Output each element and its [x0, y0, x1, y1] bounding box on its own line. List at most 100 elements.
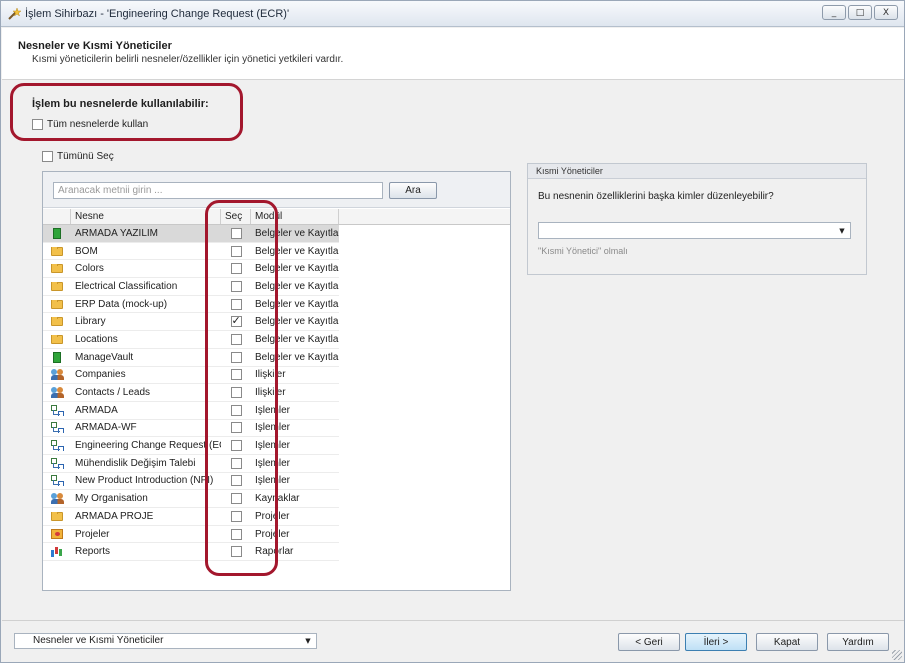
window-title: İşlem Sihirbazı - 'Engineering Change Re… [25, 8, 290, 20]
table-row[interactable]: Engineering Change Request (ECR) İşlemler [43, 437, 339, 455]
search-bar: Ara [43, 172, 510, 208]
search-input[interactable] [53, 182, 383, 199]
project-icon [51, 529, 63, 540]
people-icon [50, 493, 64, 505]
row-icon-cell [43, 227, 71, 239]
folder-icon [51, 511, 63, 521]
table-row[interactable]: Locations Belgeler ve Kayıtlar [43, 331, 339, 349]
close-wizard-button[interactable]: Kapat [756, 633, 818, 651]
row-name: ManageVault [75, 351, 134, 363]
row-name: ARMADA [75, 404, 118, 416]
grid-header: Nesne Seç Modül [43, 209, 339, 225]
row-icon-cell [43, 299, 71, 309]
step-title: Nesneler ve Kısmi Yöneticiler [18, 40, 172, 52]
row-icon-cell [43, 440, 71, 451]
people-icon [50, 387, 64, 399]
table-row[interactable]: ERP Data (mock-up) Belgeler ve Kayıtlar [43, 296, 339, 314]
row-icon-cell [43, 404, 71, 416]
people-icon [50, 369, 64, 381]
row-icon-cell [43, 529, 71, 540]
object-grid: Nesne Seç Modül ARMADA YAZILIM Belgeler v… [43, 209, 339, 562]
grid-body: ARMADA YAZILIM Belgeler ve Kayıtlar BOM Bel… [43, 225, 339, 562]
row-name: ERP Data (mock-up) [75, 298, 168, 310]
row-name: ARMADA YAZILIM [75, 227, 158, 239]
row-icon-cell [43, 422, 71, 433]
next-button[interactable]: İleri > [685, 633, 747, 651]
table-row[interactable]: Projeler Projeler [43, 526, 339, 544]
row-name: Mühendislik Değişim Talebi [75, 457, 196, 469]
partial-admins-group: Kısmi Yöneticiler Bu nesnenin özellikler… [527, 163, 867, 275]
step-header: Nesneler ve Kısmi Yöneticiler Kısmi yöne… [2, 28, 904, 80]
row-name: Electrical Classification [75, 280, 178, 292]
row-name: ARMADA PROJE [75, 510, 154, 522]
table-row[interactable]: My Organisation Kaynaklar [43, 490, 339, 508]
vault-icon [53, 227, 61, 239]
search-button[interactable]: Ara [389, 182, 437, 199]
title-bar[interactable]: İşlem Sihirbazı - 'Engineering Change Re… [1, 1, 904, 27]
row-name: Reports [75, 546, 111, 558]
partial-admins-select[interactable]: ▼ [538, 222, 851, 239]
workflow-icon [51, 440, 63, 451]
select-all-checkbox[interactable] [42, 151, 53, 162]
row-name: My Organisation [75, 493, 148, 505]
back-button[interactable]: < Geri [618, 633, 680, 651]
window-controls: _ □ X [822, 5, 898, 20]
column-nesne[interactable]: Nesne [71, 209, 221, 224]
table-row[interactable]: Reports Raporlar [43, 543, 339, 562]
table-row[interactable]: New Product Introduction (NPI) İşlemler [43, 473, 339, 491]
wizard-window: İşlem Sihirbazı - 'Engineering Change Re… [0, 0, 905, 663]
row-icon-cell [43, 351, 71, 363]
table-row[interactable]: BOM Belgeler ve Kayıtlar [43, 243, 339, 261]
row-name: Engineering Change Request (ECR) [75, 440, 221, 452]
table-row[interactable]: ARMADA-WF İşlemler [43, 420, 339, 438]
close-button[interactable]: X [874, 5, 898, 20]
resize-grip-icon[interactable] [892, 650, 902, 660]
row-name: ARMADA-WF [75, 422, 137, 434]
folder-icon [51, 299, 63, 309]
row-name: Colors [75, 263, 104, 275]
usage-highlight [10, 83, 243, 141]
row-name: New Product Introduction (NPI) [75, 475, 214, 487]
help-button[interactable]: Yardım [827, 633, 889, 651]
column-icon [43, 209, 71, 224]
folder-icon [51, 317, 63, 327]
row-icon-cell [43, 369, 71, 381]
table-row[interactable]: Contacts / Leads İlişkiler [43, 384, 339, 402]
table-row[interactable]: Electrical Classification Belgeler ve Kay… [43, 278, 339, 296]
partial-admins-question: Bu nesnenin özelliklerini başka kimler d… [538, 191, 774, 202]
dropdown-arrow-icon[interactable]: ▼ [836, 224, 848, 237]
table-row[interactable]: ARMADA İşlemler [43, 402, 339, 420]
usage-label: İşlem bu nesnelerde kullanılabilir: [32, 98, 209, 110]
grid-header-filler [339, 209, 510, 225]
row-name: Companies [75, 369, 126, 381]
wand-icon [8, 7, 21, 20]
row-icon-cell [43, 511, 71, 521]
select-all-option[interactable]: Tümünü Seç [42, 151, 114, 162]
step-select[interactable]: Nesneler ve Kısmi Yöneticiler ▼ [14, 633, 317, 649]
table-row[interactable]: LibraryBelgeler ve Kayıtlar [43, 313, 339, 332]
all-objects-checkbox[interactable] [32, 119, 43, 130]
partial-admins-hint: "Kısmi Yönetici" olmalı [538, 246, 628, 256]
step-dropdown-arrow-icon[interactable]: ▼ [302, 634, 314, 647]
row-icon-cell [43, 264, 71, 274]
all-objects-option[interactable]: Tüm nesnelerde kullan [32, 119, 148, 130]
minimize-button[interactable]: _ [822, 5, 846, 20]
footer-divider [2, 620, 904, 621]
folder-icon [51, 246, 63, 256]
table-row[interactable]: ARMADA YAZILIM Belgeler ve Kayıtlar [43, 225, 339, 243]
table-row[interactable]: ManageVault Belgeler ve Kayıtlar [43, 349, 339, 367]
report-icon [51, 546, 63, 558]
row-icon-cell [43, 246, 71, 256]
maximize-button[interactable]: □ [848, 5, 872, 20]
row-icon-cell [43, 317, 71, 327]
row-name: Contacts / Leads [75, 387, 151, 399]
row-icon-cell [43, 546, 71, 558]
folder-icon [51, 334, 63, 344]
step-select-value: Nesneler ve Kısmi Yöneticiler [33, 635, 164, 646]
table-row[interactable]: Companies İlişkiler [43, 367, 339, 385]
workflow-icon [51, 475, 63, 486]
table-row[interactable]: Colors Belgeler ve Kayıtlar [43, 260, 339, 279]
row-name: BOM [75, 245, 98, 257]
table-row[interactable]: Mühendislik Değişim Talebi İşlemler [43, 455, 339, 473]
table-row[interactable]: ARMADA PROJE Projeler [43, 508, 339, 526]
